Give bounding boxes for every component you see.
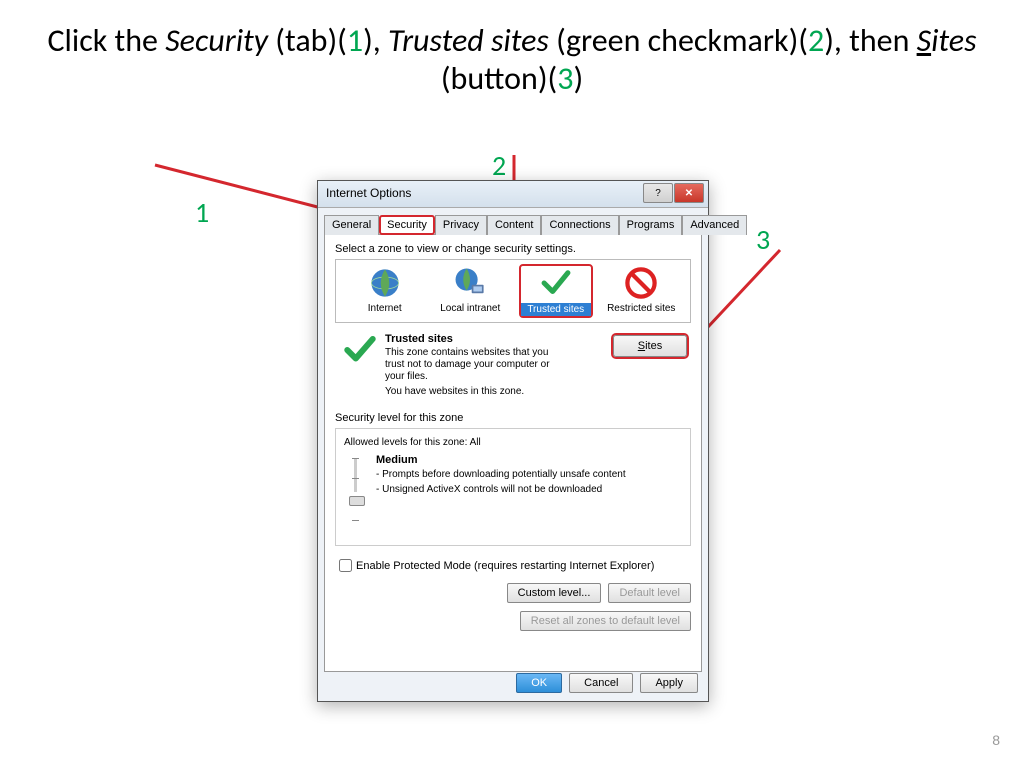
- zone-desc-2: You have websites in this zone.: [385, 386, 565, 398]
- level-name: Medium: [376, 454, 626, 466]
- default-level-button[interactable]: Default level: [608, 583, 691, 603]
- protected-mode-row: Enable Protected Mode (requires restarti…: [335, 556, 691, 575]
- reset-zones-button[interactable]: Reset all zones to default level: [520, 611, 691, 631]
- level-desc-2: - Unsigned ActiveX controls will not be …: [376, 483, 626, 496]
- tab-programs[interactable]: Programs: [619, 215, 683, 235]
- no-entry-icon: [624, 266, 658, 300]
- help-button[interactable]: ?: [643, 183, 673, 203]
- tab-general[interactable]: General: [324, 215, 379, 235]
- sites-button[interactable]: Sites: [613, 335, 687, 357]
- globe-computer-icon: [453, 266, 487, 300]
- annotation-3: 3: [756, 222, 770, 257]
- dialog-titlebar: Internet Options ? ✕: [318, 181, 708, 208]
- allowed-levels-text: Allowed levels for this zone: All: [344, 437, 682, 448]
- zone-restricted-sites[interactable]: Restricted sites: [606, 266, 676, 316]
- annotation-1: 1: [195, 195, 209, 230]
- cancel-button[interactable]: Cancel: [569, 673, 633, 693]
- security-tab-content: Select a zone to view or change security…: [324, 235, 702, 672]
- dialog-tabs: General Security Privacy Content Connect…: [324, 214, 702, 235]
- tab-security[interactable]: Security: [379, 215, 435, 235]
- apply-button[interactable]: Apply: [640, 673, 698, 693]
- zone-internet[interactable]: Internet: [350, 266, 420, 316]
- zone-description: Trusted sites This zone contains website…: [335, 333, 691, 398]
- checkmark-icon: [539, 266, 573, 300]
- tab-advanced[interactable]: Advanced: [682, 215, 747, 235]
- zone-instruction-text: Select a zone to view or change security…: [335, 243, 691, 255]
- protected-mode-checkbox[interactable]: [339, 559, 352, 572]
- protected-mode-label: Enable Protected Mode (requires restarti…: [356, 560, 654, 572]
- close-button[interactable]: ✕: [674, 183, 704, 203]
- custom-level-button[interactable]: Custom level...: [507, 583, 602, 603]
- zone-selector: Internet Local intranet Trusted sites Re…: [335, 259, 691, 323]
- slide-instruction-title: Click the Security (tab)(1), Trusted sit…: [0, 22, 1024, 99]
- zone-trusted-sites[interactable]: Trusted sites: [519, 264, 593, 318]
- checkmark-large-icon: [343, 333, 377, 367]
- level-desc-1: - Prompts before downloading potentially…: [376, 468, 626, 481]
- tab-content[interactable]: Content: [487, 215, 542, 235]
- zone-desc-1: This zone contains websites that you tru…: [385, 347, 565, 383]
- ok-button[interactable]: OK: [516, 673, 562, 693]
- security-slider[interactable]: [344, 454, 368, 496]
- tab-privacy[interactable]: Privacy: [435, 215, 487, 235]
- page-number: 8: [992, 732, 1000, 748]
- zone-local-intranet[interactable]: Local intranet: [435, 266, 505, 316]
- dialog-title: Internet Options: [326, 186, 411, 200]
- security-level-section: Security level for this zone Allowed lev…: [335, 412, 691, 546]
- tab-connections[interactable]: Connections: [541, 215, 618, 235]
- annotation-2: 2: [492, 148, 506, 183]
- globe-icon: [368, 266, 402, 300]
- security-level-heading: Security level for this zone: [335, 412, 691, 424]
- internet-options-dialog: Internet Options ? ✕ General Security Pr…: [317, 180, 709, 702]
